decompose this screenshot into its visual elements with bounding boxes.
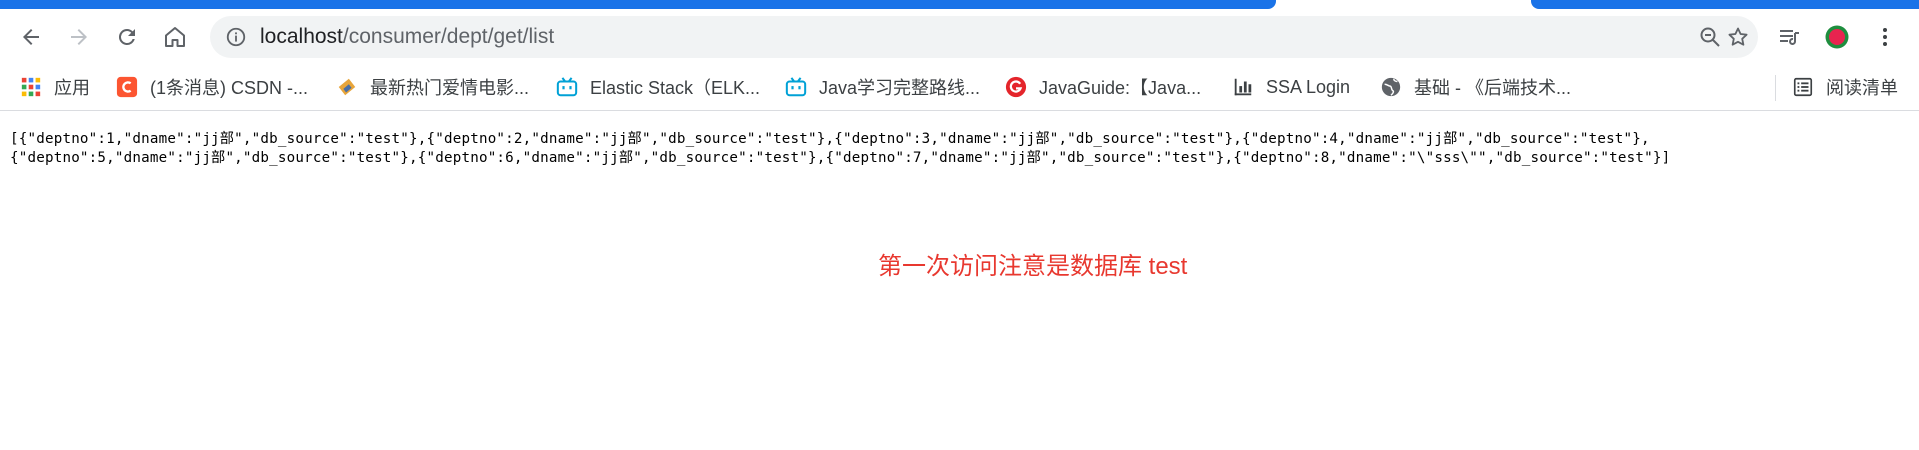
javaguide-icon: [1005, 76, 1027, 98]
json-line: {"deptno":5,"dname":"jj部","db_source":"t…: [10, 150, 1671, 166]
url-text[interactable]: localhost/consumer/dept/get/list: [260, 25, 554, 49]
url-path: /consumer/dept/get/list: [342, 25, 555, 48]
back-arrow-icon: [23, 29, 39, 45]
reading-list-link[interactable]: 阅读清单: [1792, 73, 1898, 101]
bookmark-label: (1条消息) CSDN -...: [150, 78, 309, 98]
annotation-text: 第一次访问注意是数据库 test: [878, 253, 1188, 280]
tab-strip: [0, 0, 1919, 10]
info-icon[interactable]: [225, 26, 247, 48]
bookmark-backend-basics[interactable]: 基础 - 《后端技术...: [1380, 73, 1571, 101]
back-button[interactable]: [12, 18, 50, 56]
bookmark-label: 阅读清单: [1826, 78, 1898, 98]
bookmark-ssa-login[interactable]: SSA Login: [1232, 73, 1350, 101]
reload-icon: [118, 28, 135, 45]
bookmark-elastic-stack[interactable]: Elastic Stack（ELK...: [556, 73, 760, 101]
bookmark-movies[interactable]: 最新热门爱情电影...: [336, 73, 529, 101]
reading-list-icon: [1793, 77, 1813, 97]
bookmark-label: Elastic Stack（ELK...: [590, 78, 761, 98]
more-vert-icon: [1883, 28, 1887, 46]
bookmark-label: 基础 - 《后端技术...: [1414, 78, 1571, 98]
reading-list-icon: [1780, 30, 1799, 45]
reading-list-button[interactable]: [1770, 18, 1808, 56]
csdn-icon: [116, 76, 138, 98]
bookmark-label: Java学习完整路线...: [819, 78, 981, 98]
bookmark-apps[interactable]: 应用: [20, 73, 90, 101]
bookmarks-divider: [1775, 75, 1776, 101]
reload-button[interactable]: [108, 18, 146, 56]
bookmark-csdn[interactable]: (1条消息) CSDN -...: [116, 73, 308, 101]
profile-avatar-icon: [1825, 25, 1849, 49]
bookmark-label: 最新热门爱情电影...: [370, 78, 530, 98]
bookmark-label: 应用: [54, 78, 90, 98]
bilibili-icon: [556, 77, 578, 97]
forward-button[interactable]: [60, 18, 98, 56]
zoom-icon[interactable]: [1698, 25, 1722, 49]
menu-button[interactable]: [1866, 18, 1904, 56]
apps-grid-icon: [21, 77, 41, 97]
forward-arrow-icon: [71, 29, 87, 45]
browser-toolbar: localhost/consumer/dept/get/list: [0, 10, 1919, 65]
bookmark-label: JavaGuide:【Java...: [1039, 78, 1202, 98]
bilibili-icon: [785, 77, 807, 97]
bookmark-label: SSA Login: [1266, 76, 1351, 97]
tab-bar-left[interactable]: [0, 0, 1276, 9]
movie-icon: [338, 78, 356, 96]
profile-button[interactable]: [1818, 18, 1856, 56]
tab-bar-right[interactable]: [1531, 0, 1919, 9]
star-icon[interactable]: [1726, 25, 1750, 49]
home-button[interactable]: [156, 18, 194, 56]
address-bar[interactable]: localhost/consumer/dept/get/list: [210, 16, 1758, 58]
url-host: localhost: [260, 25, 343, 48]
bookmark-java-roadmap[interactable]: Java学习完整路线...: [785, 73, 980, 101]
bookmarks-bar: 应用 (1条消息) CSDN -... 最新热门爱情电影... Elastic …: [0, 65, 1919, 111]
bookmark-javaguide[interactable]: JavaGuide:【Java...: [1005, 73, 1201, 101]
globe-icon: [1381, 77, 1401, 97]
json-line: [{"deptno":1,"dname":"jj部","db_source":"…: [10, 131, 1650, 147]
home-icon: [165, 27, 185, 47]
chart-icon: [1234, 78, 1252, 96]
json-response: [{"deptno":1,"dname":"jj部","db_source":"…: [10, 130, 1910, 168]
